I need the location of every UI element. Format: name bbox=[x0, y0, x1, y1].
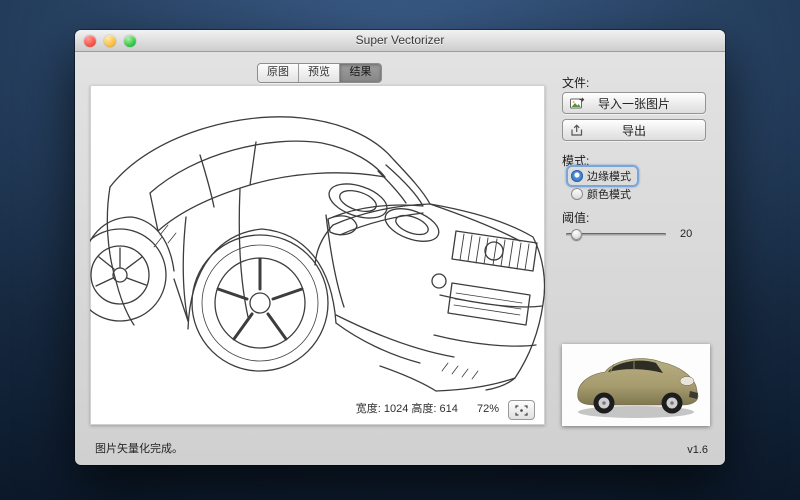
radio-unselected-icon bbox=[571, 188, 583, 200]
slider-thumb[interactable] bbox=[571, 229, 582, 240]
export-icon bbox=[570, 124, 585, 137]
window-content: 原图 预览 结果 bbox=[75, 52, 725, 465]
image-info: 宽度: 1024 高度: 614 72% bbox=[356, 400, 499, 416]
zoom-percent-label: 72% bbox=[477, 403, 499, 415]
radio-edge-mode[interactable]: 边缘模式 bbox=[566, 165, 639, 187]
import-image-button[interactable]: 导入一张图片 bbox=[562, 92, 706, 114]
edge-mode-label: 边缘模式 bbox=[587, 168, 631, 184]
status-message: 图片矢量化完成。 bbox=[95, 440, 183, 456]
export-button[interactable]: 导出 bbox=[562, 119, 706, 141]
vectorized-car-image bbox=[90, 85, 545, 425]
threshold-section-label: 阈值: bbox=[562, 209, 589, 226]
radio-selected-icon bbox=[571, 170, 583, 182]
tab-preview[interactable]: 预览 bbox=[299, 64, 340, 82]
threshold-slider[interactable] bbox=[566, 233, 666, 236]
fit-to-window-icon bbox=[515, 405, 528, 416]
file-section-label: 文件: bbox=[562, 74, 589, 91]
view-tabs: 原图 预览 结果 bbox=[257, 63, 382, 83]
image-size-label: 宽度: 1024 高度: 614 bbox=[356, 403, 458, 415]
threshold-value-label: 20 bbox=[680, 228, 692, 240]
settings-panel: 文件: 导入一张图片 bbox=[560, 52, 712, 465]
tab-result[interactable]: 结果 bbox=[340, 64, 381, 82]
version-label: v1.6 bbox=[687, 444, 708, 456]
window-title: Super Vectorizer bbox=[75, 30, 725, 51]
radio-color-mode[interactable]: 颜色模式 bbox=[571, 186, 631, 202]
app-window: Super Vectorizer 原图 预览 结果 bbox=[75, 30, 725, 465]
color-mode-label: 颜色模式 bbox=[587, 186, 631, 202]
title-bar[interactable]: Super Vectorizer bbox=[75, 30, 725, 52]
threshold-slider-row: 20 bbox=[566, 228, 692, 240]
source-image-thumbnail bbox=[562, 344, 710, 426]
image-import-icon bbox=[570, 97, 585, 110]
close-button[interactable] bbox=[84, 35, 96, 47]
source-car-photo bbox=[562, 344, 710, 426]
tab-original[interactable]: 原图 bbox=[258, 64, 299, 82]
result-canvas: 宽度: 1024 高度: 614 72% bbox=[90, 85, 545, 425]
minimize-button[interactable] bbox=[104, 35, 116, 47]
zoom-button[interactable] bbox=[124, 35, 136, 47]
fit-to-window-button[interactable] bbox=[508, 400, 535, 420]
